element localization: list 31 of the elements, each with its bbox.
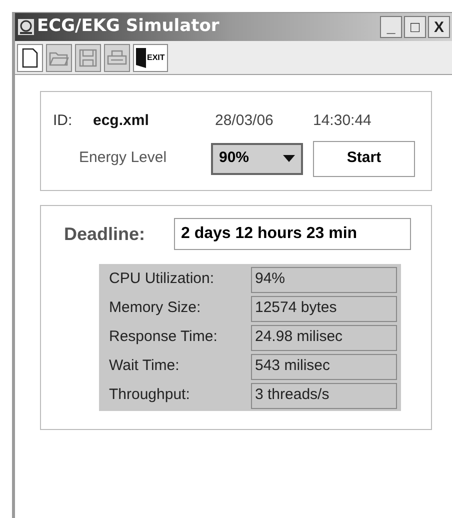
floppy-disk-icon	[79, 48, 97, 66]
start-button[interactable]: Start	[313, 140, 415, 176]
exit-button[interactable]: EXIT	[133, 44, 168, 72]
door-icon	[136, 48, 146, 68]
stat-label: Memory Size:	[108, 298, 202, 318]
deadline-label: Deadline:	[64, 222, 146, 246]
id-value: ecg.xml	[93, 111, 150, 131]
stat-value: 24.98 milisec	[251, 324, 397, 350]
energy-level-label: Energy Level	[79, 148, 168, 168]
stat-value: 94%	[251, 266, 397, 292]
stat-label: Response Time:	[108, 327, 218, 348]
window-title: ECG/EKG Simulator	[37, 15, 220, 38]
close-button[interactable]: X	[428, 16, 450, 38]
stat-label: Throughput:	[108, 385, 191, 406]
stat-label: CPU Utilization:	[108, 269, 216, 290]
maximize-button[interactable]: □	[404, 16, 426, 38]
new-button[interactable]	[17, 44, 43, 72]
id-label: ID:	[53, 111, 74, 131]
deadline-field[interactable]: 2 days 12 hours 23 min	[174, 218, 411, 250]
energy-level-dropdown[interactable]: 90%	[211, 142, 303, 174]
time-text: 14:30:44	[313, 111, 372, 131]
date-text: 28/03/06	[215, 111, 274, 131]
minimize-button[interactable]: _	[380, 16, 402, 38]
stat-value: 543 milisec	[251, 354, 397, 380]
printer-icon	[107, 50, 127, 66]
stat-value: 3 threads/s	[251, 382, 397, 408]
new-file-icon	[22, 48, 38, 68]
dropdown-arrow-icon	[283, 155, 295, 162]
stat-value: 12574 bytes	[251, 296, 397, 322]
stat-label: Wait Time:	[108, 356, 180, 376]
folder-icon	[49, 50, 69, 66]
